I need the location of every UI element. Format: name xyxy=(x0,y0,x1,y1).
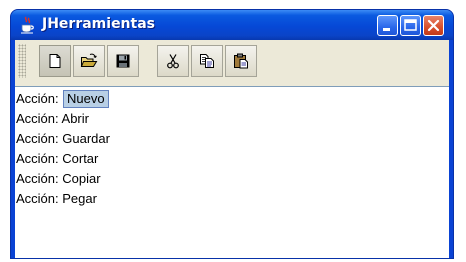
client-area: Acción: Nuevo Acción: Abrir Acción: Guar… xyxy=(15,40,449,258)
minimize-icon xyxy=(383,28,390,31)
paste-button[interactable] xyxy=(225,45,257,77)
action-log[interactable]: Acción: Nuevo Acción: Abrir Acción: Guar… xyxy=(15,86,449,258)
open-folder-icon xyxy=(80,53,98,67)
close-icon xyxy=(427,19,440,32)
application-window: JHerramientas Acción: Nuevo Acción: Abri… xyxy=(10,9,454,259)
cut-button[interactable] xyxy=(157,45,189,77)
toolbar xyxy=(15,40,449,82)
copy-button[interactable] xyxy=(191,45,223,77)
minimize-button[interactable] xyxy=(377,15,398,36)
log-line: Acción: Guardar xyxy=(16,131,110,146)
new-file-button[interactable] xyxy=(39,45,71,77)
window-title: JHerramientas xyxy=(42,16,155,32)
log-line: Acción: Cortar xyxy=(16,151,99,166)
maximize-icon xyxy=(404,19,417,31)
new-document-icon xyxy=(49,54,61,68)
log-line: Acción: Copiar xyxy=(16,171,101,186)
java-coffee-cup-icon xyxy=(21,16,34,34)
log-line: Acción: Pegar xyxy=(16,191,97,206)
close-button[interactable] xyxy=(423,15,444,36)
floppy-disk-icon xyxy=(116,54,130,68)
title-bar[interactable]: JHerramientas xyxy=(11,10,453,40)
scissors-icon xyxy=(167,54,179,69)
save-button[interactable] xyxy=(107,45,139,77)
toolbar-grip[interactable] xyxy=(18,44,26,78)
copy-icon xyxy=(200,54,214,68)
clipboard-icon xyxy=(234,53,248,69)
log-line: Acción: Abrir xyxy=(16,111,89,126)
maximize-button[interactable] xyxy=(400,15,421,36)
open-button[interactable] xyxy=(73,45,105,77)
tooltip: Nuevo xyxy=(63,90,109,108)
